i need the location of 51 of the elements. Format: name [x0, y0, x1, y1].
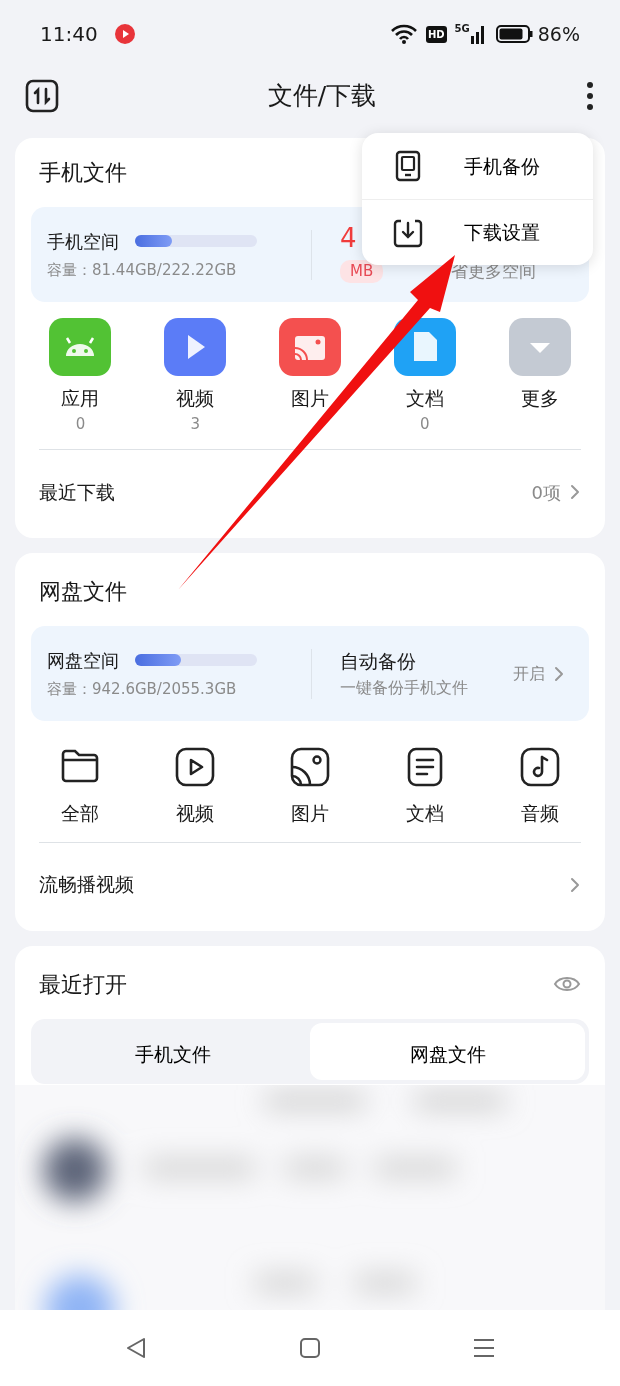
page-title: 文件/下载: [267, 79, 377, 112]
tab[interactable]: 手机文件: [35, 1022, 310, 1080]
capacity-text: 容量：81.44GB/222.22GB: [47, 259, 238, 281]
category-button[interactable]: 全部: [23, 737, 138, 828]
home-icon[interactable]: [299, 1337, 321, 1359]
image-icon: [279, 318, 341, 376]
category-button[interactable]: 视频 3: [137, 318, 253, 435]
chevron-icon: [569, 484, 581, 500]
transfer-icon[interactable]: [25, 78, 59, 113]
section-title: 最近打开: [39, 970, 127, 999]
storage-label: 网盘空间: [47, 648, 119, 673]
battery-icon: [495, 24, 534, 44]
size-unit: MB: [340, 260, 384, 283]
play-icon: [164, 318, 227, 376]
section-title: 网盘文件: [39, 579, 127, 604]
capacity-text: 容量：942.6GB/2055.3GB: [47, 678, 238, 700]
wifi-icon: [389, 23, 418, 45]
backup-title: 自动备份: [340, 649, 417, 675]
category-button[interactable]: 文档: [367, 737, 483, 828]
dropdown-icon: [508, 318, 571, 376]
item-count: 0项: [531, 480, 561, 505]
category-count: 0: [75, 413, 86, 435]
signal-indicator: 5G: [454, 24, 486, 44]
category-button[interactable]: 更多: [482, 318, 597, 435]
category-button[interactable]: 应用 0: [23, 318, 138, 435]
section-title: 手机文件: [39, 160, 127, 185]
storage-label: 手机空间: [47, 229, 119, 254]
status-time: 11:40: [40, 21, 98, 48]
category-count: 3: [190, 413, 200, 435]
image-icon: [288, 745, 332, 789]
cleanup-amount: 4: [340, 224, 357, 251]
auto-backup-row[interactable]: 自动备份 一键备份手机文件 开启: [340, 647, 589, 700]
category-button[interactable]: 图片: [252, 318, 368, 435]
tab[interactable]: 网盘文件: [310, 1022, 585, 1080]
hd-badge: HD: [425, 25, 447, 43]
chevron-icon: [553, 665, 565, 682]
category-button[interactable]: 视频: [137, 737, 253, 828]
category-button[interactable]: 图片: [252, 737, 368, 828]
menu-icon[interactable]: [472, 1337, 497, 1359]
list-row[interactable]: 流畅播视频: [39, 841, 581, 927]
android-icon: [49, 318, 112, 376]
backup-status: 开启: [513, 662, 545, 685]
chevron-icon: [569, 876, 581, 893]
more-options-icon[interactable]: [585, 79, 595, 112]
backup-subtitle: 一键备份手机文件: [340, 676, 469, 699]
battery-percent: 86%: [537, 21, 580, 47]
category-button[interactable]: 音频: [482, 737, 597, 828]
menu-item[interactable]: 手机备份: [362, 133, 593, 199]
category-count: 0: [420, 413, 430, 435]
eye-icon[interactable]: [553, 974, 581, 994]
notification-icon: [113, 23, 136, 45]
